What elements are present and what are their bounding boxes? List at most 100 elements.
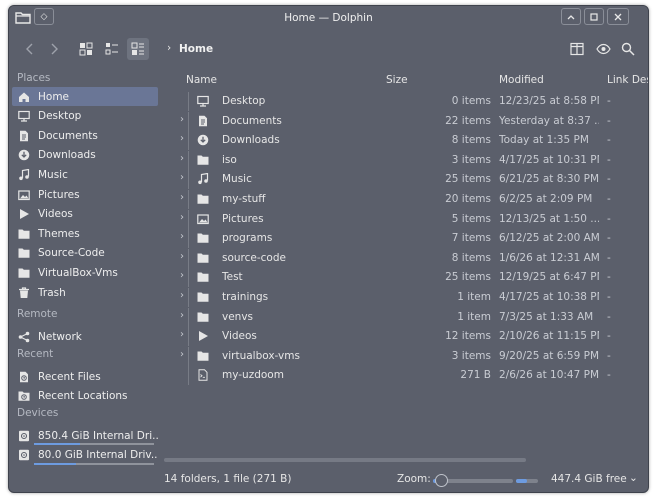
column-header-size[interactable]: Size (386, 74, 408, 86)
music-icon (18, 168, 30, 181)
file-row-my-stuff[interactable]: › my-stuff 20 items 6/2/25 at 2:09 PM - (161, 190, 648, 209)
sidebar-item-network[interactable]: Network (12, 327, 158, 346)
sidebar-item-label: Downloads (38, 149, 96, 162)
trash-icon (18, 286, 30, 299)
chevron-right-icon[interactable]: › (180, 270, 184, 281)
tree-guide-line (188, 307, 189, 327)
sidebar-item-source-code[interactable]: Source-Code (12, 244, 158, 263)
icons-view-button[interactable] (75, 38, 97, 60)
chevron-right-icon[interactable]: › (180, 114, 184, 125)
close-button[interactable] (607, 8, 629, 25)
file-modified: Yesterday at 8:37 ... (499, 114, 599, 127)
file-row-source-code[interactable]: › source-code 8 items 1/6/26 at 12:31 AM - (161, 248, 648, 268)
sidebar-item-trash[interactable]: Trash (12, 283, 158, 302)
file-row-programs[interactable]: › programs 7 items 6/12/25 at 2:00 AM - (161, 229, 648, 249)
sidebar-item-themes[interactable]: Themes (12, 224, 158, 243)
sidebar-item-label: 850.4 GiB Internal Dri... (38, 429, 158, 442)
title-bar[interactable]: ◇ Home — Dolphin (9, 6, 648, 30)
file-row-music[interactable]: › Music 25 items 6/21/25 at 8:30 PM - (161, 170, 648, 190)
zoom-slider[interactable] (433, 474, 513, 487)
sidebar-item-label: 80.0 GiB Internal Driv... (38, 449, 158, 462)
chevron-right-icon[interactable]: › (180, 310, 184, 321)
horizontal-scrollbar[interactable] (164, 458, 526, 462)
sidebar-item-documents[interactable]: Documents (12, 126, 158, 145)
file-link-destination: - (607, 95, 611, 107)
file-row-downloads[interactable]: › Downloads 8 items Today at 1:35 PM - (161, 131, 648, 151)
zoom-slider-handle[interactable] (435, 474, 448, 487)
maximize-button[interactable] (584, 8, 604, 25)
sidebar-item-recent-files[interactable]: Recent Files (12, 367, 158, 386)
file-row-test[interactable]: › Test 25 items 12/19/25 at 6:47 PM - (161, 268, 648, 288)
chevron-right-icon[interactable]: › (180, 153, 184, 164)
compact-view-button[interactable] (101, 38, 123, 60)
sidebar-item-videos[interactable]: Videos (12, 205, 158, 224)
search-button[interactable] (617, 38, 639, 60)
tree-guide-line (188, 150, 189, 170)
search-icon (621, 42, 635, 56)
column-header-modified[interactable]: Modified (499, 74, 544, 86)
minimize-button[interactable] (561, 8, 581, 25)
chevron-right-icon[interactable]: › (180, 349, 184, 360)
tree-guide-line (188, 248, 189, 268)
details-view-button[interactable] (127, 38, 149, 60)
file-row-videos[interactable]: › Videos 12 items 2/10/26 at 11:15 PM - (161, 327, 648, 347)
column-header-link-destination[interactable]: Link Desti (607, 74, 648, 86)
free-space-label[interactable]: 447.4 GiB free (551, 473, 627, 485)
file-modified: 4/17/25 at 10:31 PM (499, 153, 599, 166)
forward-button[interactable] (43, 38, 65, 60)
file-row-iso[interactable]: › iso 3 items 4/17/25 at 10:31 PM - (161, 150, 648, 170)
file-size: 0 items (451, 95, 491, 107)
details-view-icon (131, 42, 144, 55)
file-row-my-uzdoom[interactable]: my-uzdoom 271 B 2/6/26 at 10:47 PM - (161, 366, 648, 386)
chevron-right-icon[interactable]: › (180, 329, 184, 340)
window-title: Home — Dolphin (284, 12, 373, 24)
recent-files-icon (18, 371, 30, 383)
file-row-pictures[interactable]: › Pictures 5 items 12/13/25 at 1:50 ... - (161, 209, 648, 229)
sidebar-item-desktop[interactable]: Desktop (12, 107, 158, 126)
file-modified: 6/21/25 at 8:30 PM (499, 173, 599, 186)
chevron-down-icon[interactable]: ⌄ (629, 472, 638, 484)
document-icon (18, 130, 30, 142)
chevron-right-icon[interactable]: › (180, 133, 184, 144)
music-icon (197, 173, 209, 185)
file-row-trainings[interactable]: › trainings 1 item 4/17/25 at 10:38 PM - (161, 288, 648, 307)
drive-icon (18, 430, 30, 442)
chevron-right-icon[interactable]: › (180, 192, 184, 203)
status-info: 14 folders, 1 file (271 B) (164, 473, 292, 485)
file-link-destination: - (607, 134, 611, 147)
file-row-documents[interactable]: › Documents 22 items Yesterday at 8:37 ... - (161, 111, 648, 131)
chevron-right-icon[interactable]: › (180, 231, 184, 242)
sidebar-item-home[interactable]: Home (12, 87, 158, 106)
tree-guide-line (188, 170, 189, 190)
download-icon (197, 134, 209, 146)
drive-capacity-fill (34, 462, 76, 465)
breadcrumb-home[interactable]: Home (179, 43, 213, 55)
split-view-button[interactable] (566, 38, 588, 60)
column-header-name[interactable]: Name (186, 74, 217, 86)
file-row-venvs[interactable]: › venvs 1 item 7/3/25 at 1:33 AM - (161, 307, 648, 327)
sidebar-item-pictures[interactable]: Pictures (12, 185, 158, 204)
file-row-desktop[interactable]: Desktop 0 items 12/23/25 at 8:58 PM - (161, 92, 648, 111)
sidebar-item-music[interactable]: Music (12, 165, 158, 184)
file-size: 1 item (457, 310, 491, 323)
preview-button[interactable] (592, 38, 614, 60)
chevron-right-icon[interactable]: › (180, 212, 184, 223)
file-modified: 7/3/25 at 1:33 AM (499, 310, 594, 323)
sidebar-item-downloads[interactable]: Downloads (12, 146, 158, 165)
tree-guide-line (188, 346, 189, 366)
eye-icon (595, 43, 611, 55)
back-button[interactable] (19, 38, 41, 60)
chevron-right-icon[interactable]: › (180, 290, 184, 301)
recent-locations-icon (18, 390, 30, 402)
folder-icon (197, 232, 209, 244)
desktop-icon (197, 95, 209, 107)
file-row-virtualbox-vms[interactable]: › virtualbox-vms 3 items 9/20/25 at 6:59 PM… (161, 346, 648, 366)
chevron-right-icon[interactable]: › (180, 172, 184, 183)
sidebar-item-virtualbox-vms[interactable]: VirtualBox-Vms (12, 263, 158, 282)
sidebar-item-recent-locations[interactable]: Recent Locations (12, 387, 158, 406)
chevron-right-icon[interactable]: › (180, 251, 184, 262)
dolphin-window: ◇ Home — Dolphin › Home Places Remote Re… (8, 5, 649, 493)
file-link-destination: - (607, 193, 611, 205)
file-size: 12 items (445, 330, 491, 343)
folder-icon (197, 193, 209, 205)
